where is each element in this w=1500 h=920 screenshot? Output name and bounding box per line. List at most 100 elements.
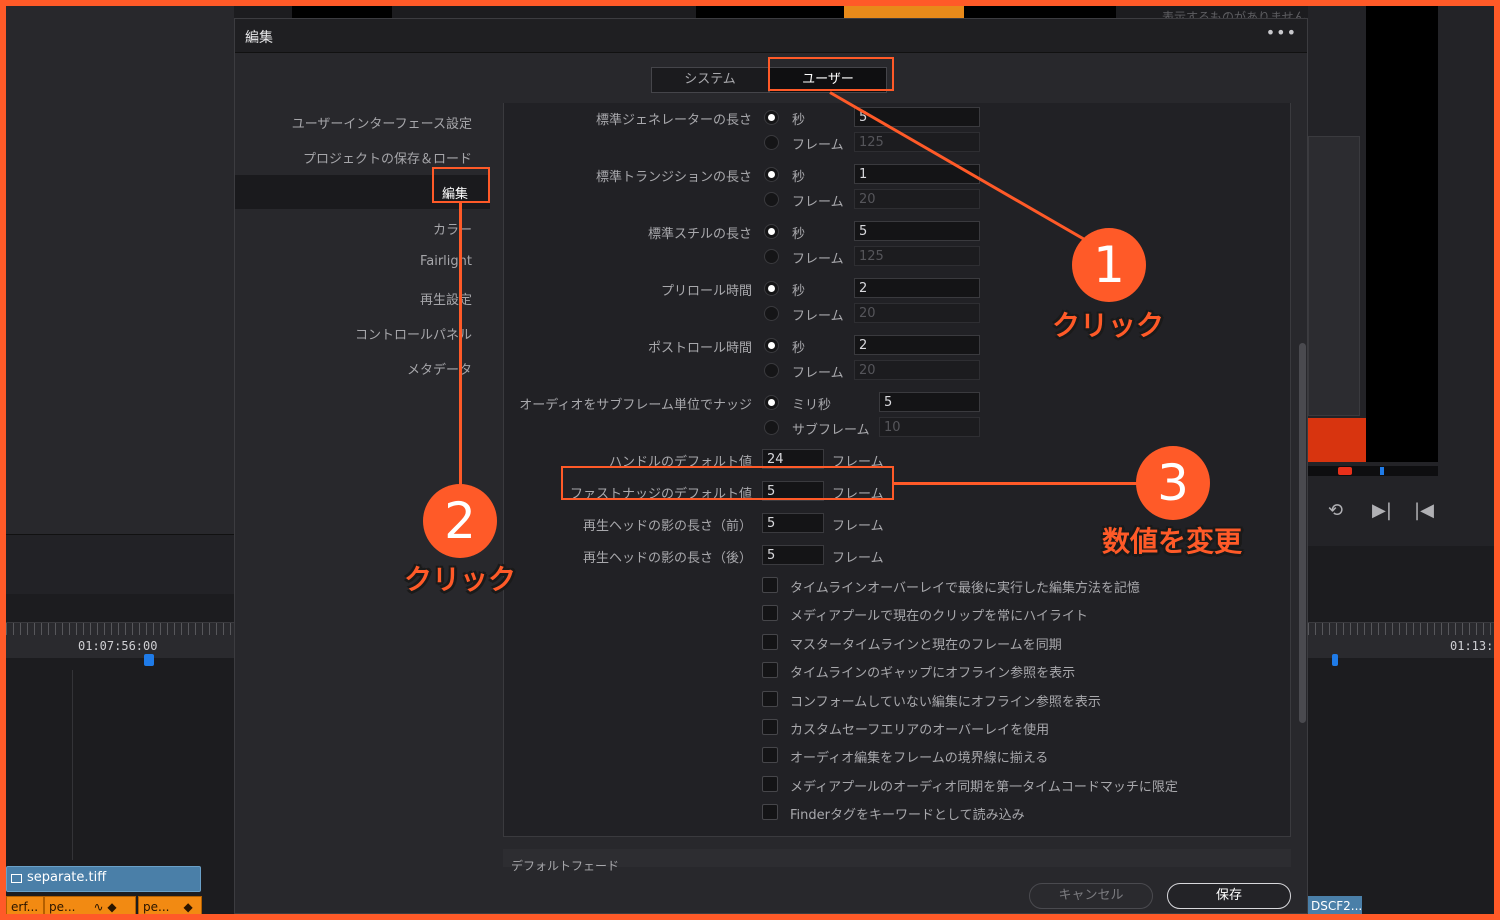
setting-label: 再生ヘッドの影の長さ（前） — [582, 519, 752, 534]
setting-label: 再生ヘッドの影の長さ（後） — [582, 551, 752, 566]
sidebar-item-color[interactable]: カラー — [433, 219, 472, 238]
highlight-edit-item — [432, 167, 490, 203]
viewer-thumbnail — [844, 6, 964, 18]
frames-input[interactable]: 20 — [854, 360, 980, 380]
frames-input[interactable]: 20 — [854, 189, 980, 209]
viewer-scrubber[interactable] — [1308, 466, 1438, 476]
checkbox-label: マスタータイムラインと現在のフレームを同期 — [790, 638, 1062, 653]
previous-frame-icon[interactable]: |◀ — [1414, 500, 1434, 521]
setting-label: 標準トランジションの長さ — [595, 170, 752, 185]
seconds-input[interactable]: 2 — [854, 335, 980, 355]
step-badge-2: 2 — [423, 484, 497, 558]
subframes-input[interactable]: 10 — [879, 417, 980, 437]
viewer-strip — [292, 6, 392, 18]
radio-frames[interactable] — [764, 249, 779, 264]
image-icon — [11, 874, 22, 883]
step-caption-2: クリック — [404, 563, 517, 596]
track-guide — [72, 670, 73, 860]
checkbox-label: コンフォームしていない編集にオフライン参照を表示 — [790, 695, 1101, 710]
app-window: 表示するものがありません 01:07:56:00 separate.tiff e… — [6, 6, 1494, 914]
checkbox[interactable] — [762, 747, 778, 763]
radio-seconds[interactable] — [764, 224, 779, 239]
scrollbar-thumb[interactable] — [1299, 343, 1306, 723]
milliseconds-input[interactable]: 5 — [879, 392, 980, 412]
sidebar-item-control-panels[interactable]: コントロールパネル — [355, 324, 472, 343]
more-options-icon[interactable]: ••• — [1266, 23, 1297, 42]
checkbox-label: タイムラインのギャップにオフライン参照を表示 — [790, 666, 1076, 681]
radio-seconds[interactable] — [764, 281, 779, 296]
radio-frames[interactable] — [764, 306, 779, 321]
timeline-clip[interactable]: DSCF2... — [1308, 896, 1362, 914]
timeline-clip[interactable]: erf... — [6, 896, 44, 914]
cancel-button[interactable]: キャンセル — [1029, 883, 1153, 909]
playhead-shadow-before-input[interactable]: 5 — [762, 513, 824, 533]
seconds-input[interactable]: 2 — [854, 278, 980, 298]
checkbox-label: メディアプールで現在のクリップを常にハイライト — [790, 609, 1088, 624]
checkbox[interactable] — [762, 719, 778, 735]
next-frame-icon[interactable]: ▶| — [1372, 500, 1392, 521]
radio-frames[interactable] — [764, 192, 779, 207]
timeline-ruler-left[interactable]: 01:07:56:00 — [6, 622, 234, 658]
radio-seconds[interactable] — [764, 167, 779, 182]
sidebar-item-ui-settings[interactable]: ユーザーインターフェース設定 — [292, 113, 472, 132]
keyframe-icon: ◆ — [183, 900, 193, 914]
annotation-leader-2 — [459, 203, 462, 487]
section-heading-default-fade: デフォルトフェード — [511, 859, 620, 873]
highlight-user-tab — [768, 57, 894, 91]
radio-subframes[interactable] — [764, 420, 779, 435]
radio-label: 秒 — [792, 227, 806, 242]
timeline-clip[interactable]: pe... ∿ ◆ — [44, 896, 136, 914]
timecode-left: 01:07:56:00 — [78, 639, 158, 653]
timeline-clip[interactable]: separate.tiff — [6, 866, 201, 892]
sidebar-item-fairlight[interactable]: Fairlight — [420, 254, 472, 269]
setting-label: 標準ジェネレーターの長さ — [595, 113, 752, 128]
sidebar-item-project-save-load[interactable]: プロジェクトの保存＆ロード — [303, 148, 472, 167]
media-panel — [6, 6, 234, 534]
timeline-clip[interactable]: pe... ◆ — [138, 896, 202, 914]
unit-label: フレーム — [832, 519, 884, 534]
sidebar-item-playback[interactable]: 再生設定 — [420, 289, 472, 308]
radio-label: フレーム — [792, 366, 844, 381]
dialog-title: 編集 — [245, 30, 273, 46]
setting-label: オーディオをサブフレーム単位でナッジ — [519, 398, 752, 413]
program-viewer — [1366, 6, 1438, 462]
radio-frames[interactable] — [764, 135, 779, 150]
checkbox[interactable] — [762, 634, 778, 650]
waveform-icon: ∿ ◆ — [93, 900, 117, 914]
timeline-header — [6, 534, 234, 594]
timeline-ruler-right[interactable]: 01:13:3 — [1308, 622, 1494, 658]
radio-seconds[interactable] — [764, 338, 779, 353]
radio-seconds[interactable] — [764, 110, 779, 125]
checkbox-label: メディアプールのオーディオ同期を第一タイムコードマッチに限定 — [790, 780, 1178, 795]
checkbox[interactable] — [762, 776, 778, 792]
tab-system[interactable]: システム — [651, 67, 769, 93]
radio-label: フレーム — [792, 138, 844, 153]
sidebar-item-metadata[interactable]: メタデータ — [407, 359, 472, 378]
seconds-input[interactable]: 5 — [854, 221, 980, 241]
step-caption-1: クリック — [1052, 309, 1165, 342]
step-badge-3: 3 — [1136, 446, 1210, 520]
checkbox[interactable] — [762, 577, 778, 593]
setting-label: プリロール時間 — [660, 284, 752, 299]
save-button[interactable]: 保存 — [1167, 883, 1291, 909]
radio-frames[interactable] — [764, 363, 779, 378]
playhead-shadow-after-input[interactable]: 5 — [762, 545, 824, 565]
checkbox[interactable] — [762, 605, 778, 621]
frames-input[interactable]: 125 — [854, 246, 980, 266]
checkbox-label: オーディオ編集をフレームの境界線に揃える — [790, 751, 1049, 766]
checkbox[interactable] — [762, 804, 778, 820]
radio-milliseconds[interactable] — [764, 395, 779, 410]
annotation-leader-3 — [894, 482, 1142, 485]
playhead-marker[interactable] — [1332, 654, 1338, 666]
unit-label: フレーム — [832, 551, 884, 566]
radio-label: 秒 — [792, 113, 806, 128]
radio-label: フレーム — [792, 252, 844, 267]
checkbox[interactable] — [762, 662, 778, 678]
radio-label: 秒 — [792, 341, 806, 356]
playhead-marker[interactable] — [144, 654, 154, 666]
loop-icon[interactable]: ⟲ — [1328, 500, 1343, 521]
frames-input[interactable]: 20 — [854, 303, 980, 323]
checkbox[interactable] — [762, 691, 778, 707]
dialog-header: 編集 ••• — [235, 19, 1307, 53]
setting-label: 標準スチルの長さ — [647, 227, 752, 242]
